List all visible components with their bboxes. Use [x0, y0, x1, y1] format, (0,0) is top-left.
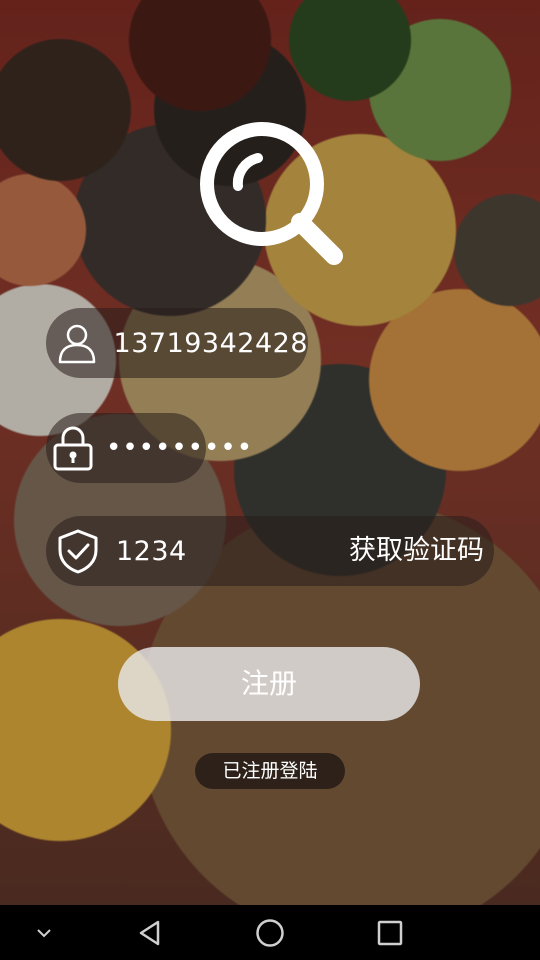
- password-field[interactable]: •••••••••: [46, 413, 252, 483]
- recent-square-icon[interactable]: [362, 905, 418, 960]
- get-code-button[interactable]: 获取验证码: [349, 516, 484, 586]
- phone-field[interactable]: 13719342428: [46, 308, 308, 378]
- password-input[interactable]: •••••••••: [106, 433, 253, 463]
- phone-input[interactable]: 13719342428: [114, 328, 308, 359]
- home-circle-icon[interactable]: [242, 905, 298, 960]
- person-icon: [50, 315, 104, 371]
- search-magnifier-icon: [200, 122, 343, 265]
- system-navigation-bar: [0, 905, 540, 960]
- register-button[interactable]: 注册: [118, 647, 420, 721]
- chevron-down-icon[interactable]: [24, 905, 64, 960]
- shield-check-icon: [50, 523, 106, 579]
- login-link[interactable]: 已注册登陆: [195, 753, 345, 789]
- back-triangle-icon[interactable]: [122, 905, 178, 960]
- lock-icon: [50, 420, 96, 476]
- verification-code-input[interactable]: 1234: [116, 536, 187, 567]
- verification-code-field[interactable]: 1234 获取验证码: [46, 516, 494, 586]
